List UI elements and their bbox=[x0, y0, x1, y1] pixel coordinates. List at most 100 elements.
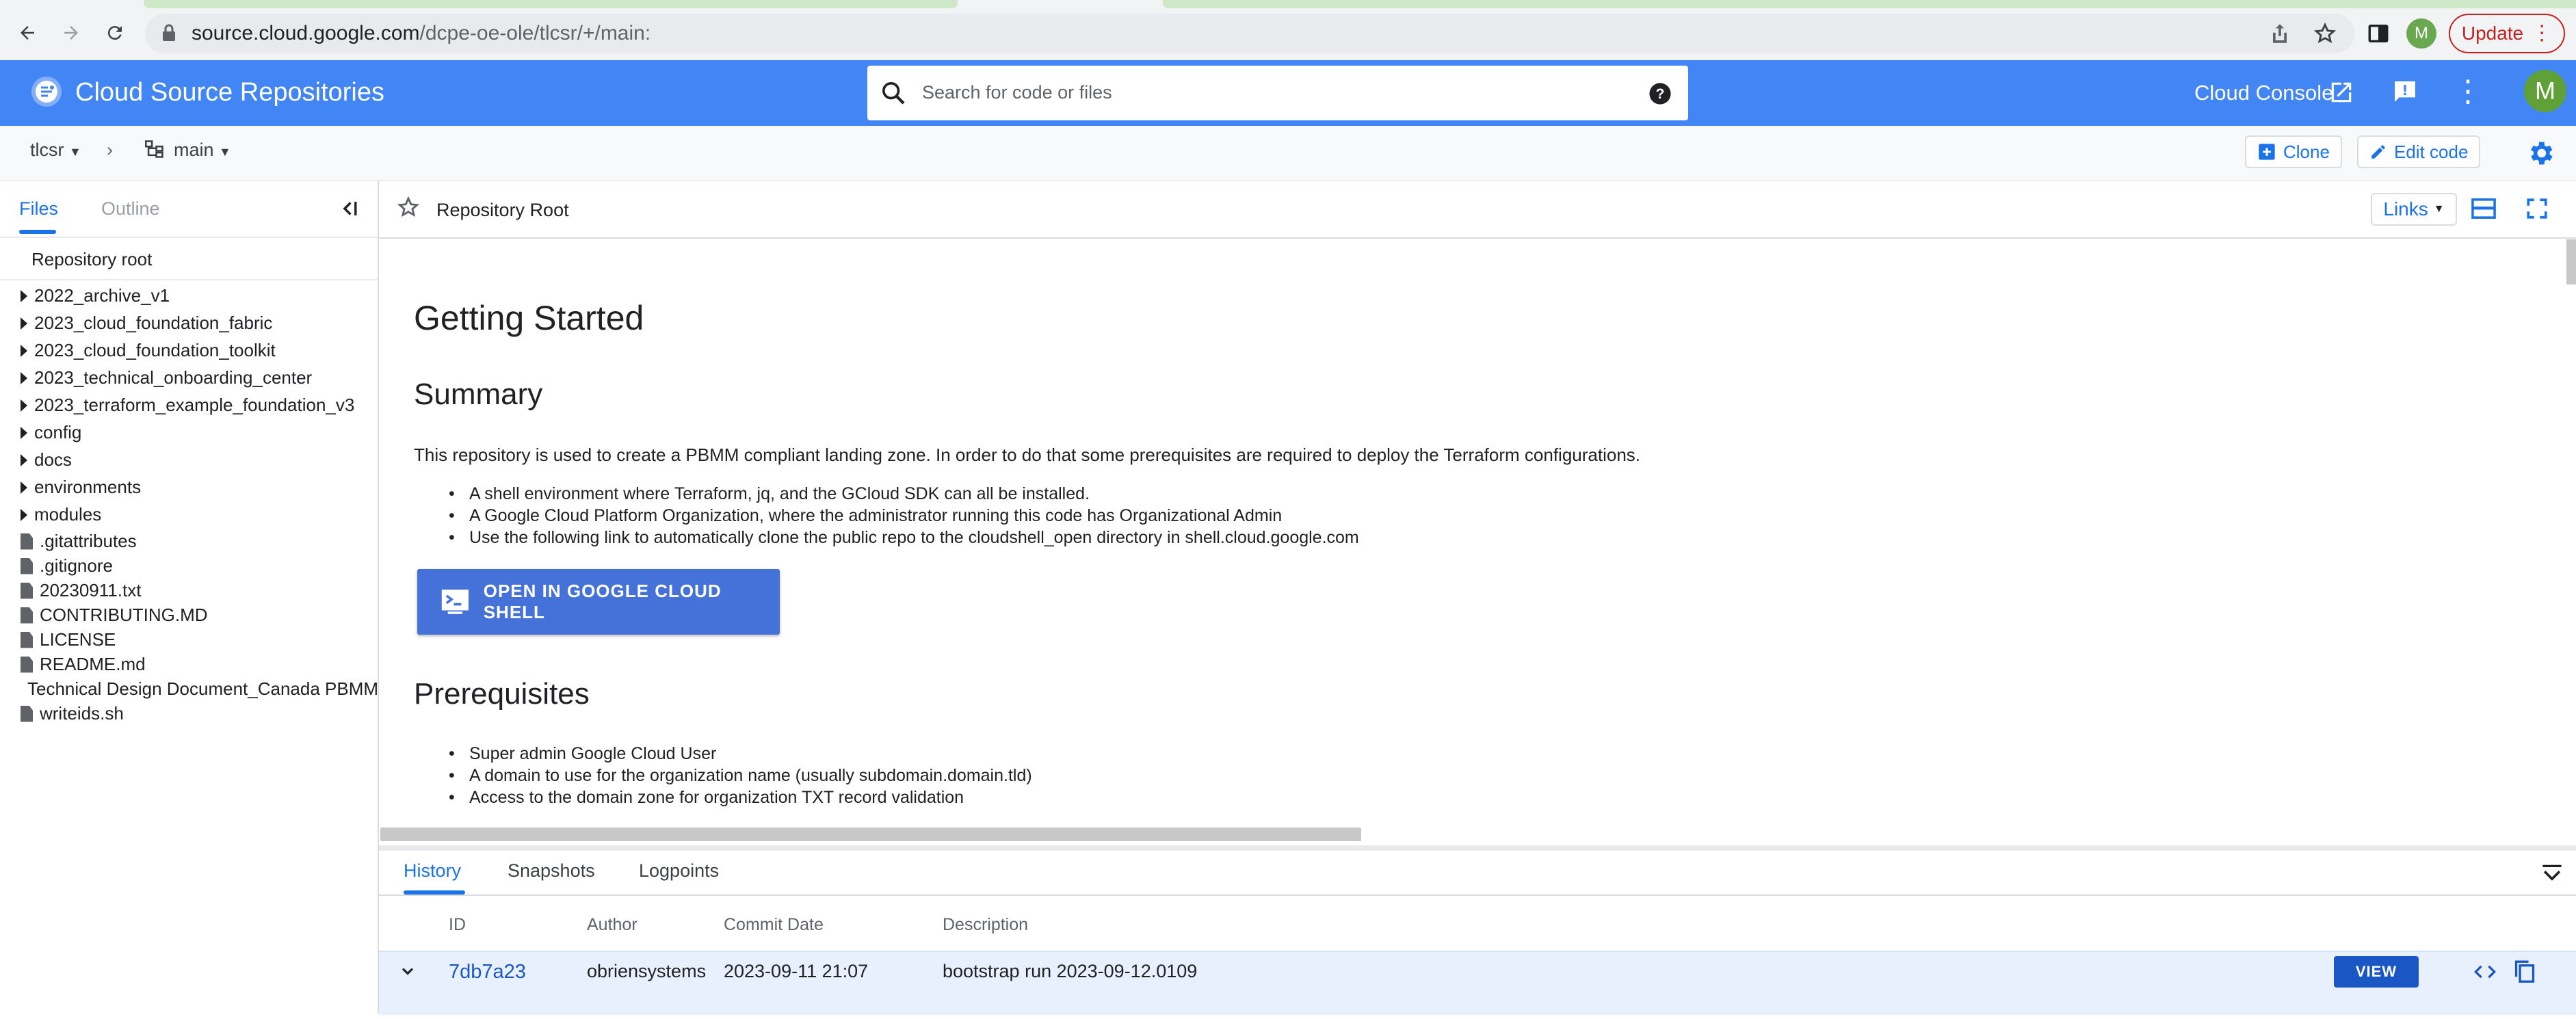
expand-arrow-icon bbox=[21, 344, 27, 357]
breadcrumb-chevron-icon: › bbox=[107, 140, 113, 160]
table-row[interactable] bbox=[379, 951, 2576, 1015]
file-label: .gitignore bbox=[40, 555, 113, 576]
folder-item[interactable]: 2023_technical_onboarding_center bbox=[21, 367, 312, 388]
split-view-icon[interactable] bbox=[2471, 197, 2497, 220]
folder-item[interactable]: docs bbox=[21, 449, 72, 471]
repo-selector[interactable]: tlcsr ▼ bbox=[30, 140, 81, 161]
tab-files[interactable]: Files bbox=[19, 198, 58, 220]
horizontal-scrollbar[interactable] bbox=[380, 828, 1361, 841]
repository-root-link[interactable]: Repository root bbox=[31, 249, 152, 270]
folder-item[interactable]: 2022_archive_v1 bbox=[21, 285, 170, 306]
file-item[interactable]: Technical Design Document_Canada PBMM bbox=[21, 678, 378, 700]
file-icon bbox=[21, 607, 33, 624]
file-icon bbox=[21, 582, 33, 599]
folder-label: 2023_cloud_foundation_fabric bbox=[34, 313, 273, 333]
edit-pencil-icon bbox=[2371, 145, 2385, 159]
url-path: /dcpe-oe-ole/tlcsr/+/main: bbox=[419, 22, 651, 44]
file-label: CONTRIBUTING.MD bbox=[40, 605, 208, 625]
clone-button[interactable]: Clone bbox=[2245, 135, 2342, 168]
fullscreen-icon[interactable] bbox=[2525, 197, 2549, 220]
branch-selector[interactable]: main ▼ bbox=[174, 140, 231, 161]
edit-code-button[interactable]: Edit code bbox=[2357, 135, 2481, 168]
file-item[interactable]: CONTRIBUTING.MD bbox=[21, 605, 378, 626]
readme-bullet: A shell environment where Terraform, jq,… bbox=[449, 484, 1090, 504]
url-text[interactable]: source.cloud.google.com/dcpe-oe-ole/tlcs… bbox=[192, 22, 650, 45]
view-code-icon[interactable] bbox=[2473, 962, 2497, 982]
folder-item[interactable]: modules bbox=[21, 504, 101, 525]
readme-heading-getting-started: Getting Started bbox=[414, 299, 644, 337]
side-panel-icon[interactable] bbox=[2367, 22, 2390, 45]
view-commit-button[interactable]: VIEW bbox=[2334, 956, 2419, 988]
folder-label: environments bbox=[34, 477, 142, 497]
readme-bullet: Super admin Google Cloud User bbox=[449, 744, 716, 764]
tab-outline[interactable]: Outline bbox=[101, 198, 160, 220]
file-item[interactable]: LICENSE bbox=[21, 629, 378, 650]
folder-item[interactable]: 2023_terraform_example_foundation_v3 bbox=[21, 395, 354, 416]
copy-icon[interactable] bbox=[2513, 959, 2536, 983]
back-icon[interactable] bbox=[10, 15, 45, 51]
folder-label: modules bbox=[34, 504, 102, 525]
column-header-description: Description bbox=[943, 915, 1029, 934]
settings-gear-icon[interactable] bbox=[2525, 138, 2555, 168]
tab-logpoints[interactable]: Logpoints bbox=[639, 860, 719, 882]
sidebar-divider bbox=[0, 237, 378, 238]
open-in-cloud-shell-button[interactable]: OPEN IN GOOGLE CLOUD SHELL bbox=[417, 569, 780, 635]
svg-text:?: ? bbox=[1656, 85, 1665, 102]
search-placeholder: Search for code or files bbox=[922, 82, 1112, 103]
links-dropdown[interactable]: Links ▼ bbox=[2371, 193, 2457, 226]
collapse-panel-icon[interactable] bbox=[338, 197, 361, 220]
readme-heading-prerequisites: Prerequisites bbox=[414, 677, 590, 711]
file-item[interactable]: README.md bbox=[21, 654, 378, 675]
tab-snapshots[interactable]: Snapshots bbox=[508, 860, 595, 882]
more-options-icon[interactable]: ⋮ bbox=[2453, 77, 2483, 107]
commit-id-link[interactable]: 7db7a23 bbox=[449, 961, 526, 983]
readme-heading-summary: Summary bbox=[414, 378, 543, 411]
links-label: Links bbox=[2383, 198, 2428, 220]
file-label: LICENSE bbox=[40, 629, 116, 650]
cloud-source-repositories-logo-icon[interactable] bbox=[30, 75, 63, 108]
file-label: 20230911.txt bbox=[40, 580, 142, 600]
tab-history[interactable]: History bbox=[404, 860, 461, 882]
feedback-icon[interactable] bbox=[2391, 78, 2419, 105]
update-button[interactable]: Update ⋮ bbox=[2449, 14, 2565, 53]
star-icon[interactable] bbox=[397, 196, 420, 219]
file-item[interactable]: .gitignore bbox=[21, 555, 378, 577]
expand-arrow-icon bbox=[21, 508, 27, 521]
expand-row-chevron-icon[interactable] bbox=[398, 962, 417, 981]
folder-label: 2023_technical_onboarding_center bbox=[34, 367, 313, 388]
folder-item[interactable]: environments bbox=[21, 477, 141, 498]
account-avatar[interactable]: M bbox=[2524, 70, 2566, 112]
cloud-console-link[interactable]: Cloud Console bbox=[2194, 81, 2333, 105]
reload-icon[interactable] bbox=[97, 15, 133, 51]
dropdown-arrow-icon: ▼ bbox=[219, 145, 231, 159]
forward-icon[interactable] bbox=[53, 15, 89, 51]
collapse-panel-icon[interactable] bbox=[2540, 863, 2564, 884]
folder-item[interactable]: 2023_cloud_foundation_fabric bbox=[21, 313, 272, 334]
branch-icon bbox=[144, 140, 166, 159]
vertical-scrollbar[interactable] bbox=[2566, 239, 2576, 284]
browser-profile-avatar[interactable]: M bbox=[2406, 18, 2436, 49]
expand-arrow-icon bbox=[21, 371, 27, 384]
open-in-new-icon[interactable] bbox=[2328, 79, 2354, 105]
file-item[interactable]: writeids.sh bbox=[21, 703, 378, 724]
sidebar-divider bbox=[0, 279, 378, 280]
readme-bullet: A Google Cloud Platform Organization, wh… bbox=[449, 506, 1282, 526]
cloud-console-label: Cloud Console bbox=[2194, 81, 2334, 105]
readme-summary-text: This repository is used to create a PBMM… bbox=[414, 445, 1640, 465]
bookmark-star-icon[interactable] bbox=[2313, 22, 2337, 45]
browser-tab[interactable] bbox=[1163, 0, 2576, 8]
file-icon bbox=[21, 557, 33, 574]
app-title[interactable]: Cloud Source Repositories bbox=[75, 78, 384, 107]
folder-item[interactable]: 2023_cloud_foundation_toolkit bbox=[21, 340, 276, 361]
file-icon bbox=[21, 533, 33, 550]
file-item[interactable]: .gitattributes bbox=[21, 531, 378, 552]
lock-icon[interactable] bbox=[161, 23, 176, 42]
column-header-id: ID bbox=[449, 915, 466, 934]
share-icon[interactable] bbox=[2270, 22, 2290, 45]
browser-tab[interactable] bbox=[144, 0, 958, 8]
search-icon bbox=[880, 79, 907, 107]
file-icon bbox=[21, 656, 33, 673]
folder-item[interactable]: config bbox=[21, 422, 81, 443]
file-item[interactable]: 20230911.txt bbox=[21, 580, 378, 601]
search-help-icon[interactable]: ? bbox=[1648, 82, 1672, 105]
